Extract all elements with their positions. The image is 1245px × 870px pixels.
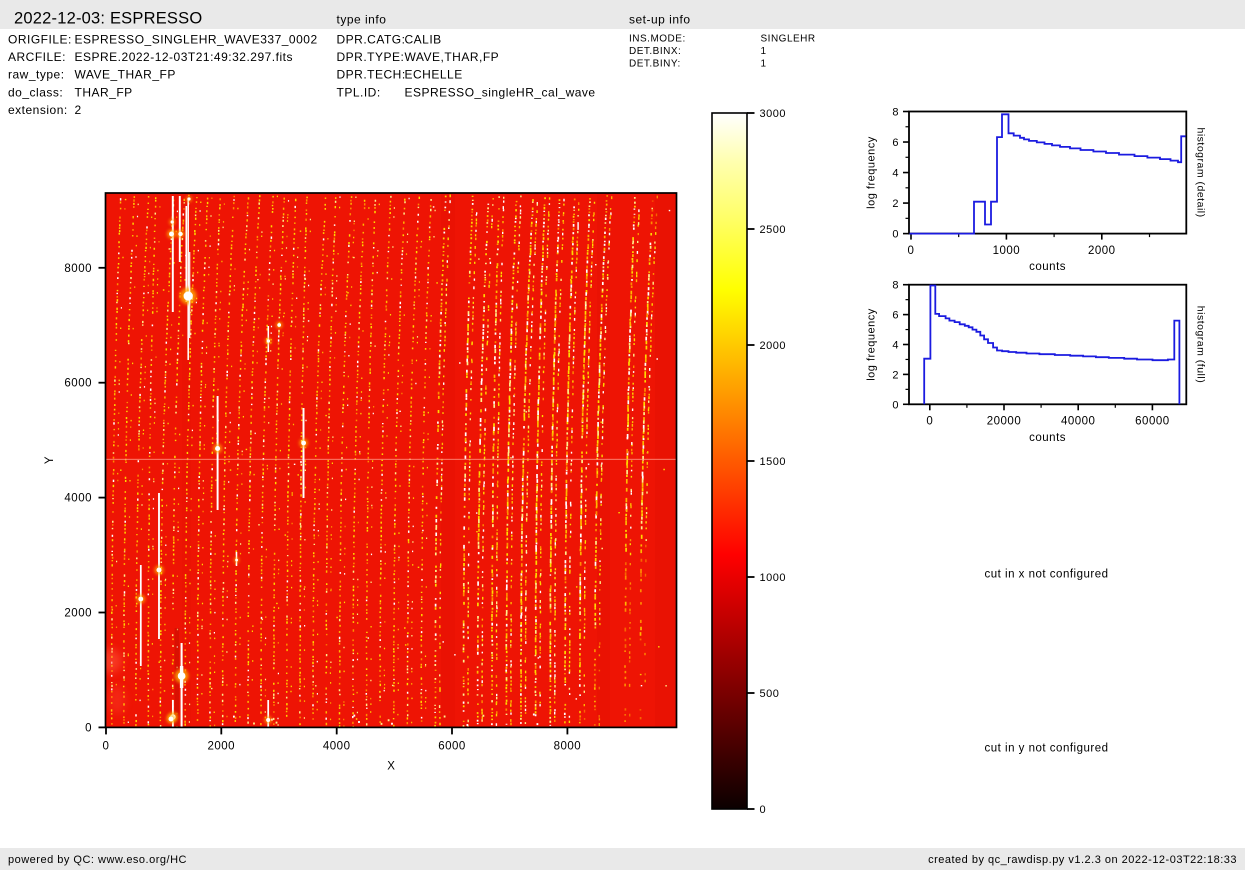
svg-text:DPR.TYPE:: DPR.TYPE:: [337, 50, 405, 64]
svg-text:log frequency: log frequency: [866, 308, 878, 381]
svg-text:2500: 2500: [760, 224, 786, 236]
svg-text:4: 4: [892, 168, 899, 180]
svg-text:ARCFILE:: ARCFILE:: [8, 50, 66, 64]
svg-text:20000: 20000: [987, 416, 1021, 428]
svg-text:1000: 1000: [993, 245, 1021, 257]
svg-text:powered by QC: www.eso.org/HC: powered by QC: www.eso.org/HC: [8, 854, 187, 866]
svg-text:0: 0: [908, 245, 915, 257]
svg-text:counts: counts: [1029, 432, 1066, 444]
svg-text:40000: 40000: [1061, 416, 1095, 428]
svg-text:DET.BINY:: DET.BINY:: [629, 59, 681, 70]
svg-text:cut in x not configured: cut in x not configured: [984, 569, 1108, 581]
svg-text:CALIB: CALIB: [405, 32, 442, 46]
svg-text:DET.BINX:: DET.BINX:: [629, 46, 681, 57]
svg-text:ESPRE.2022-12-03T21:49:32.297.: ESPRE.2022-12-03T21:49:32.297.fits: [75, 50, 293, 64]
svg-text:6: 6: [892, 137, 899, 149]
svg-text:do_class:: do_class:: [8, 85, 63, 99]
svg-text:2: 2: [892, 369, 899, 381]
svg-text:ESPRESSO_SINGLEHR_WAVE337_0002: ESPRESSO_SINGLEHR_WAVE337_0002: [75, 32, 318, 46]
svg-text:0: 0: [85, 722, 92, 734]
svg-text:1: 1: [761, 46, 767, 57]
svg-text:X: X: [387, 761, 395, 773]
svg-text:WAVE,THAR,FP: WAVE,THAR,FP: [405, 50, 500, 64]
svg-text:2: 2: [75, 103, 82, 117]
svg-text:1: 1: [761, 59, 767, 70]
svg-text:8: 8: [892, 107, 899, 119]
svg-text:1500: 1500: [760, 456, 786, 468]
svg-text:2: 2: [892, 198, 899, 210]
svg-text:ECHELLE: ECHELLE: [405, 68, 463, 82]
svg-text:3000: 3000: [760, 108, 786, 120]
svg-text:log frequency: log frequency: [866, 136, 878, 209]
svg-text:2022-12-03: ESPRESSO: 2022-12-03: ESPRESSO: [14, 10, 202, 28]
svg-text:500: 500: [760, 688, 780, 700]
svg-text:ORIGFILE:: ORIGFILE:: [8, 32, 72, 46]
svg-text:extension:: extension:: [8, 103, 68, 117]
svg-text:DPR.TECH:: DPR.TECH:: [337, 68, 406, 82]
svg-text:histogram (detail): histogram (detail): [1195, 127, 1207, 217]
svg-text:INS.MODE:: INS.MODE:: [629, 34, 686, 45]
svg-text:set-up info: set-up info: [629, 13, 691, 27]
svg-text:0: 0: [892, 229, 899, 241]
svg-text:raw_type:: raw_type:: [8, 68, 65, 82]
svg-text:2000: 2000: [64, 608, 92, 620]
svg-text:THAR_FP: THAR_FP: [75, 85, 133, 99]
svg-text:0: 0: [760, 804, 767, 816]
svg-text:0: 0: [926, 416, 933, 428]
svg-text:ESPRESSO_singleHR_cal_wave: ESPRESSO_singleHR_cal_wave: [405, 85, 596, 99]
svg-text:6000: 6000: [438, 741, 466, 753]
svg-text:8000: 8000: [554, 741, 582, 753]
svg-text:Y: Y: [44, 456, 56, 464]
svg-text:0: 0: [103, 741, 110, 753]
svg-text:1000: 1000: [760, 572, 786, 584]
svg-text:4000: 4000: [323, 741, 351, 753]
svg-text:WAVE_THAR_FP: WAVE_THAR_FP: [75, 68, 176, 82]
svg-text:8: 8: [892, 280, 899, 292]
svg-text:DPR.CATG:: DPR.CATG:: [337, 32, 406, 46]
svg-text:4: 4: [892, 340, 899, 352]
svg-text:type info: type info: [337, 13, 387, 27]
svg-text:2000: 2000: [760, 340, 786, 352]
svg-text:histogram (full): histogram (full): [1195, 306, 1207, 383]
svg-text:2000: 2000: [208, 741, 236, 753]
svg-text:6: 6: [892, 310, 899, 322]
svg-text:TPL.ID:: TPL.ID:: [337, 85, 381, 99]
svg-text:2000: 2000: [1088, 245, 1116, 257]
svg-text:counts: counts: [1029, 261, 1066, 273]
svg-text:cut in y not configured: cut in y not configured: [984, 743, 1108, 755]
svg-text:4000: 4000: [64, 493, 92, 505]
svg-text:SINGLEHR: SINGLEHR: [761, 34, 816, 45]
svg-text:6000: 6000: [64, 378, 92, 390]
svg-text:0: 0: [892, 399, 899, 411]
svg-text:created by qc_rawdisp.py v1.2.: created by qc_rawdisp.py v1.2.3 on 2022-…: [928, 854, 1237, 866]
svg-text:8000: 8000: [64, 263, 92, 275]
svg-text:60000: 60000: [1135, 416, 1169, 428]
